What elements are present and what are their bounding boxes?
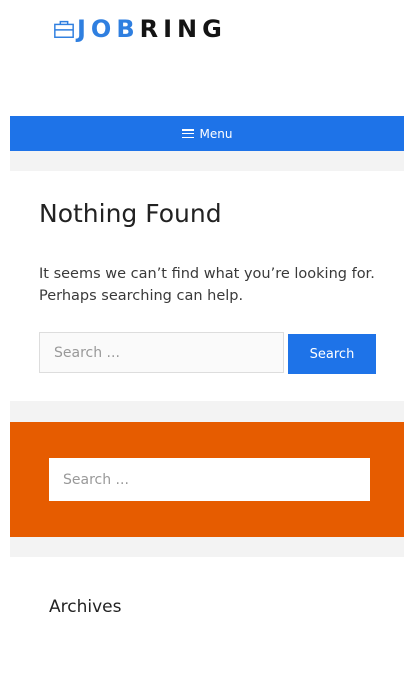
- sidebar-search-input[interactable]: [49, 458, 370, 501]
- archives-title: Archives: [49, 597, 122, 617]
- logo-text-job: JOB: [77, 15, 140, 43]
- search-button[interactable]: Search: [288, 334, 376, 374]
- archives-widget: Archives: [10, 557, 404, 673]
- search-input[interactable]: [39, 332, 284, 373]
- site-logo[interactable]: JOB RING: [53, 14, 227, 44]
- briefcase-icon: [54, 20, 74, 38]
- not-found-message: It seems we can’t find what you’re looki…: [39, 266, 375, 304]
- page-title: Nothing Found: [39, 199, 222, 228]
- hamburger-icon: [181, 129, 194, 138]
- menu-toggle-button[interactable]: Menu: [10, 116, 404, 151]
- sidebar-search-widget: [10, 422, 404, 537]
- menu-label: Menu: [199, 126, 233, 141]
- nothing-found-card: Nothing Found It seems we can’t find wha…: [10, 171, 404, 401]
- logo-text-ring: RING: [139, 15, 227, 43]
